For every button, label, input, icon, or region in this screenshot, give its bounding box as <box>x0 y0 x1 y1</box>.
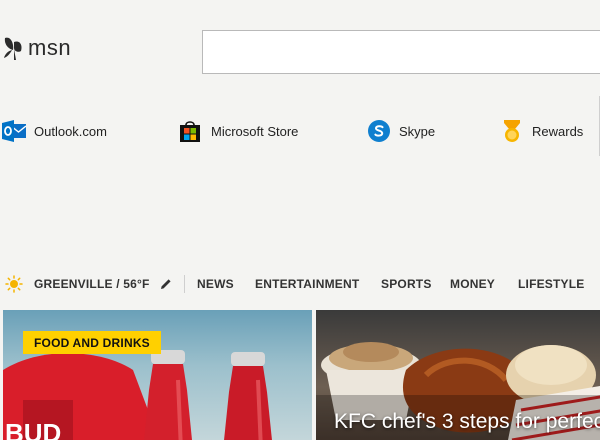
svg-text:BUD: BUD <box>5 418 61 440</box>
weather-text: GREENVILLE / 56°F <box>34 277 150 291</box>
nav-news[interactable]: NEWS <box>197 272 234 296</box>
category-nav: GREENVILLE / 56°F NEWS ENTERTAINMENT SPO… <box>0 272 600 296</box>
pencil-icon[interactable] <box>160 278 172 290</box>
search-input[interactable] <box>203 31 600 73</box>
quicklink-outlook[interactable]: Outlook.com <box>2 118 107 144</box>
msn-logo[interactable]: msn <box>2 32 71 64</box>
rewards-medal-icon <box>500 119 526 143</box>
story-card-kfc[interactable]: KFC chef's 3 steps for perfect <box>316 310 600 440</box>
nav-lifestyle[interactable]: LIFESTYLE <box>518 272 584 296</box>
nav-sports[interactable]: SPORTS <box>381 272 432 296</box>
quicklink-rewards[interactable]: Rewards <box>500 118 583 144</box>
quicklink-label: Rewards <box>532 123 584 139</box>
weather-location[interactable]: GREENVILLE / 56°F <box>5 272 172 296</box>
quicklink-label: Outlook.com <box>34 123 107 139</box>
nav-money[interactable]: MONEY <box>450 272 495 296</box>
story-headline: KFC chef's 3 steps for perfect <box>334 410 600 433</box>
sun-icon <box>5 275 23 293</box>
nav-divider <box>184 275 185 293</box>
quicklink-skype[interactable]: Skype <box>367 118 435 144</box>
quicklink-label: Skype <box>399 123 436 139</box>
quicklinks-bar: Outlook.com Microsoft Store Skype Reward… <box>0 118 600 144</box>
category-badge: FOOD AND DRINKS <box>23 331 161 354</box>
beer-bottles-image: BUD <box>3 350 272 440</box>
outlook-icon <box>2 119 28 143</box>
nav-entertainment[interactable]: ENTERTAINMENT <box>255 272 359 296</box>
logo-text: msn <box>28 35 72 60</box>
story-card-food[interactable]: BUD FOOD AND DRINKS <box>3 310 312 440</box>
microsoft-store-icon <box>179 119 205 143</box>
skype-icon <box>367 119 393 143</box>
quicklink-label: Microsoft Store <box>211 123 299 139</box>
msn-butterfly-icon <box>4 37 22 60</box>
search-box[interactable] <box>202 30 600 74</box>
quicklink-microsoft-store[interactable]: Microsoft Store <box>179 118 298 144</box>
